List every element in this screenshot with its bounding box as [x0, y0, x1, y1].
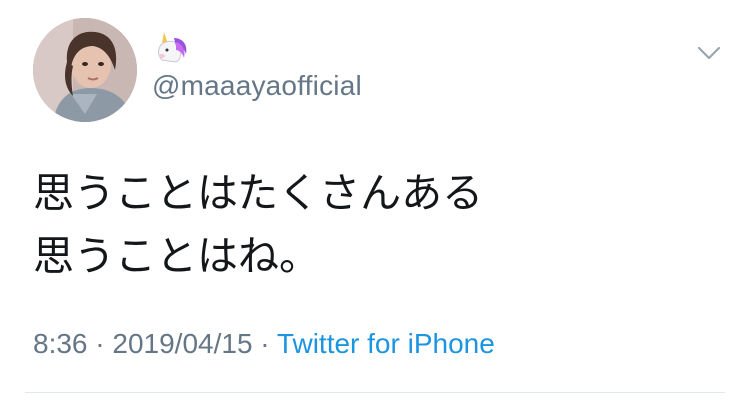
meta-separator: · — [252, 328, 277, 359]
user-handle[interactable]: @maaayaofficial — [152, 70, 362, 102]
avatar[interactable] — [33, 18, 137, 122]
unicorn-icon — [152, 30, 192, 64]
tweet-time[interactable]: 8:36 — [33, 328, 88, 359]
tweet-date[interactable]: 2019/04/15 — [112, 328, 252, 359]
tweet-text-line: 思うことはね。 — [33, 232, 320, 280]
divider — [25, 392, 725, 393]
tweet-meta: 8:36 · 2019/04/15 · Twitter for iPhone — [33, 328, 495, 360]
chevron-down-icon[interactable] — [694, 38, 724, 68]
tweet-card: @maaayaofficial 思うことはたくさんある 思うことはね。 8:36… — [0, 0, 750, 400]
tweet-text-line: 思うことはたくさんある — [33, 169, 484, 217]
tweet-source-link[interactable]: Twitter for iPhone — [277, 328, 495, 359]
meta-separator: · — [87, 328, 113, 359]
profile-photo — [33, 18, 137, 122]
tweet-text: 思うことはたくさんある 思うことはね。 — [33, 162, 713, 288]
